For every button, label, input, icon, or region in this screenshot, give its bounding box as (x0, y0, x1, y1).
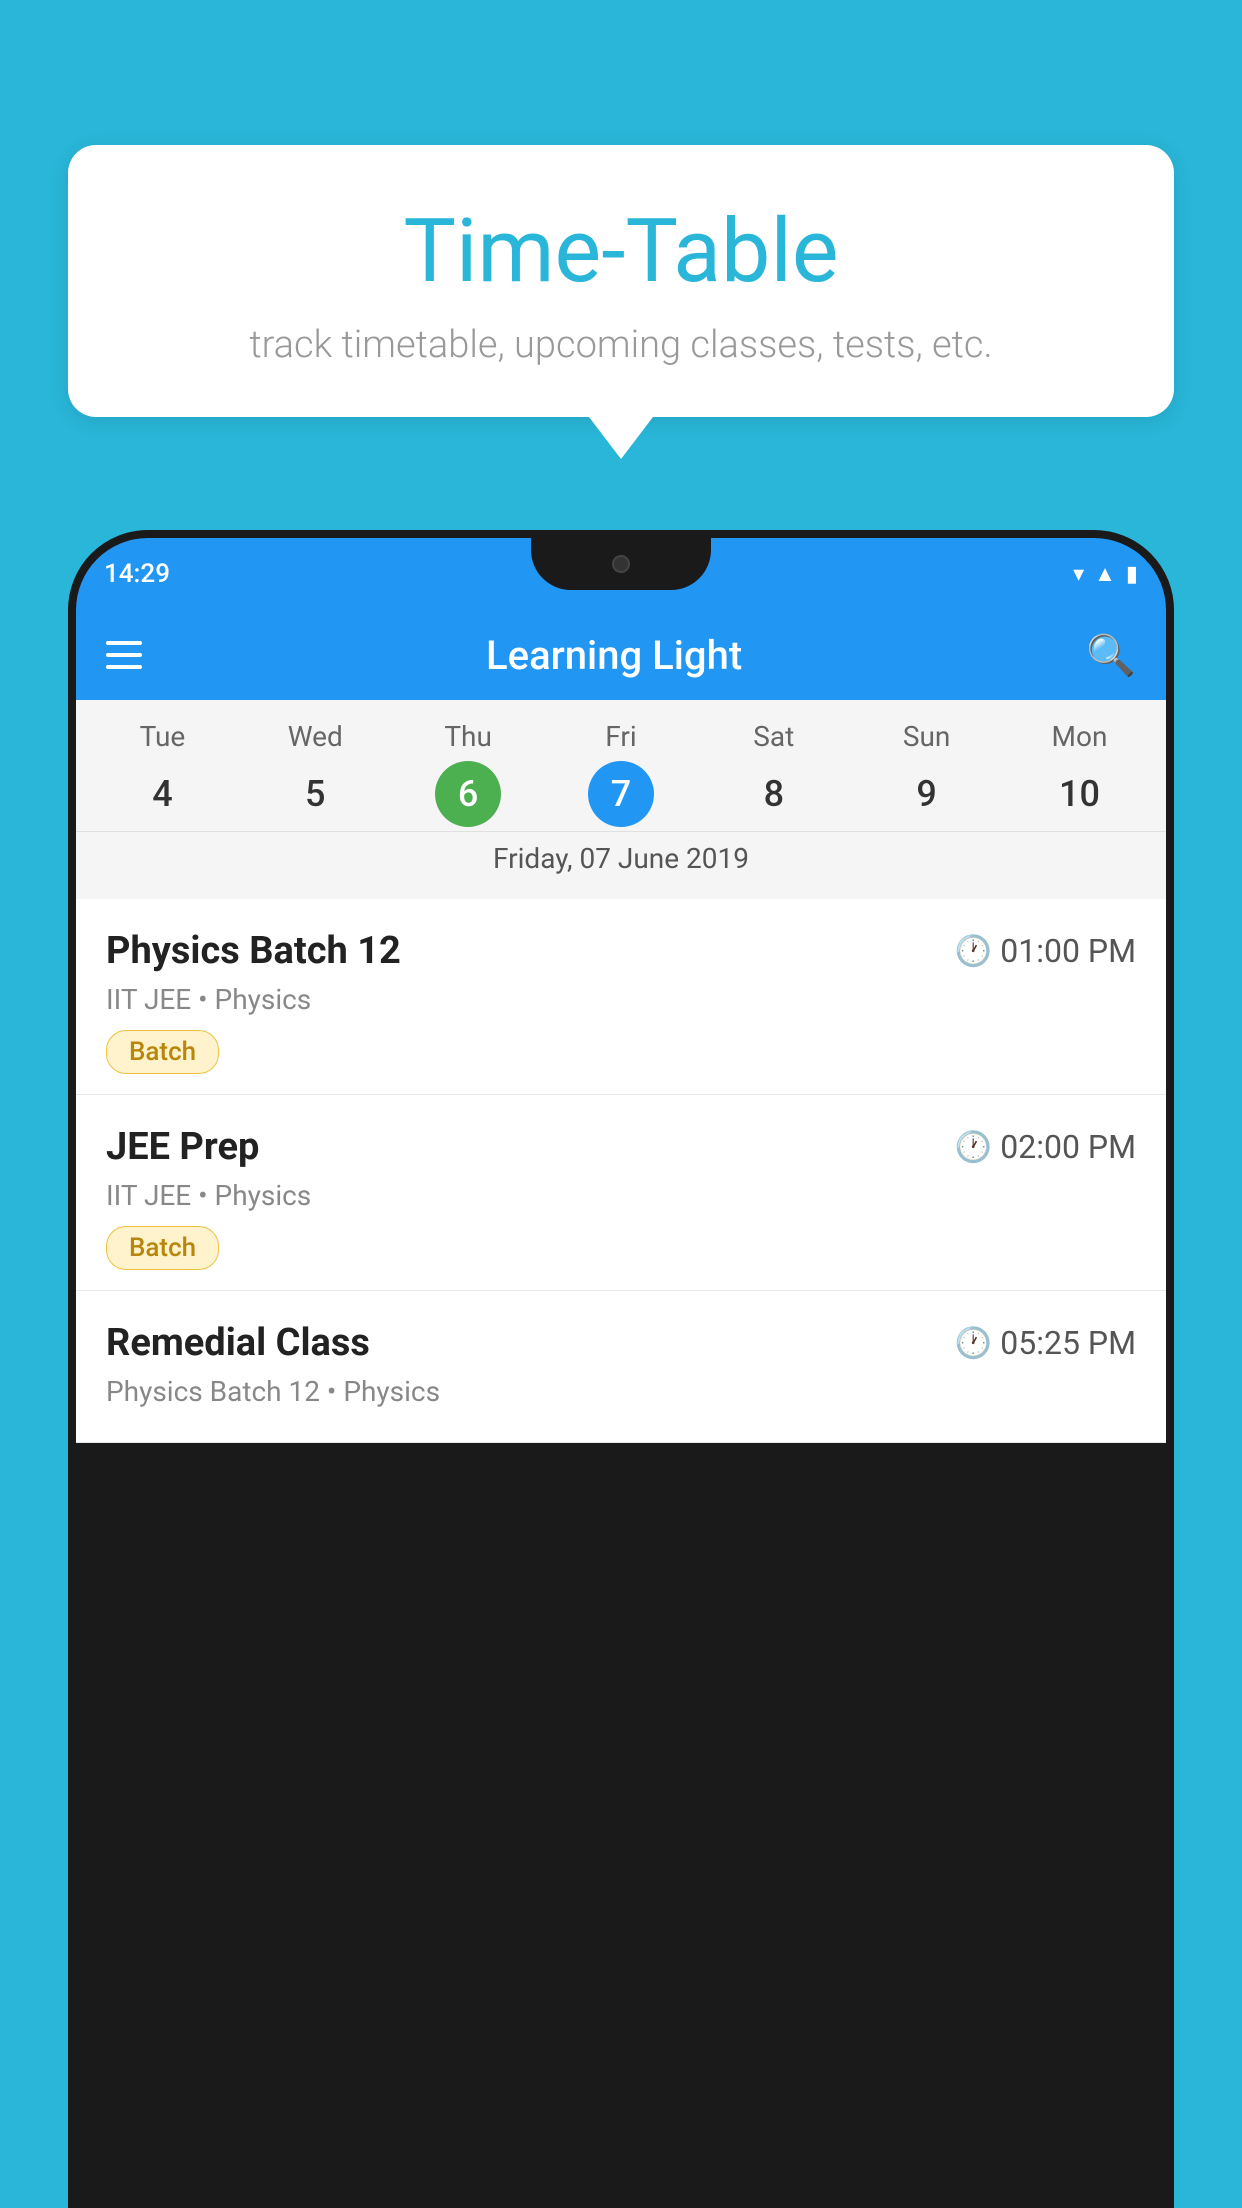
schedule-item-2-subtitle: IIT JEE • Physics (106, 1179, 1136, 1212)
schedule-item-3-time: 05:25 PM (1000, 1324, 1136, 1362)
schedule-item-2[interactable]: JEE Prep 🕐 02:00 PM IIT JEE • Physics Ba… (76, 1095, 1166, 1291)
schedule-list: Physics Batch 12 🕐 01:00 PM IIT JEE • Ph… (76, 899, 1166, 1443)
schedule-item-3-subtitle: Physics Batch 12 • Physics (106, 1375, 1136, 1408)
speech-bubble: Time-Table track timetable, upcoming cla… (68, 145, 1174, 417)
app-bar: Learning Light 🔍 (76, 610, 1166, 700)
day-name-wed: Wed (288, 720, 343, 753)
schedule-item-1-title: Physics Batch 12 (106, 929, 401, 973)
day-name-mon: Mon (1052, 720, 1108, 753)
speech-bubble-arrow (589, 417, 653, 459)
schedule-item-3-header: Remedial Class 🕐 05:25 PM (106, 1321, 1136, 1365)
schedule-item-1-time: 01:00 PM (1000, 932, 1136, 970)
day-num-mon: 10 (1046, 761, 1112, 827)
app-title: Learning Light (486, 632, 742, 679)
schedule-item-3-title: Remedial Class (106, 1321, 370, 1365)
clock-icon-3: 🕐 (955, 1326, 992, 1361)
day-name-thu: Thu (444, 720, 492, 753)
battery-icon: ▮ (1126, 562, 1138, 587)
status-time: 14:29 (104, 559, 170, 589)
day-num-wed: 5 (282, 761, 348, 827)
day-num-fri: 7 (588, 761, 654, 827)
schedule-item-2-time: 02:00 PM (1000, 1128, 1136, 1166)
day-name-sat: Sat (753, 720, 794, 753)
schedule-item-2-title: JEE Prep (106, 1125, 259, 1169)
selected-date: Friday, 07 June 2019 (76, 831, 1166, 889)
schedule-item-2-header: JEE Prep 🕐 02:00 PM (106, 1125, 1136, 1169)
day-col-sat[interactable]: Sat 8 (704, 720, 843, 827)
day-name-fri: Fri (605, 720, 636, 753)
day-col-sun[interactable]: Sun 9 (857, 720, 996, 827)
day-num-sun: 9 (894, 761, 960, 827)
day-col-wed[interactable]: Wed 5 (246, 720, 385, 827)
day-col-thu[interactable]: Thu 6 (399, 720, 538, 827)
schedule-item-1[interactable]: Physics Batch 12 🕐 01:00 PM IIT JEE • Ph… (76, 899, 1166, 1095)
day-num-thu: 6 (435, 761, 501, 827)
schedule-item-1-badge: Batch (106, 1030, 219, 1074)
camera (612, 555, 630, 573)
day-num-tue: 4 (129, 761, 195, 827)
day-col-fri[interactable]: Fri 7 (551, 720, 690, 827)
phone-notch (531, 538, 711, 590)
page-subtitle: track timetable, upcoming classes, tests… (128, 323, 1114, 367)
page-title: Time-Table (128, 200, 1114, 303)
day-name-sun: Sun (903, 720, 951, 753)
signal-icon: ▲ (1094, 561, 1116, 587)
day-col-mon[interactable]: Mon 10 (1010, 720, 1149, 827)
status-bar: 14:29 ▾ ▲ ▮ (76, 538, 1166, 610)
menu-button[interactable] (106, 641, 142, 669)
schedule-item-1-subtitle: IIT JEE • Physics (106, 983, 1136, 1016)
schedule-item-3-time-container: 🕐 05:25 PM (955, 1324, 1136, 1362)
speech-bubble-container: Time-Table track timetable, upcoming cla… (68, 145, 1174, 459)
schedule-item-1-time-container: 🕐 01:00 PM (955, 932, 1136, 970)
day-num-sat: 8 (741, 761, 807, 827)
schedule-item-1-header: Physics Batch 12 🕐 01:00 PM (106, 929, 1136, 973)
clock-icon-2: 🕐 (955, 1130, 992, 1165)
days-row: Tue 4 Wed 5 Thu 6 Fri 7 Sat 8 Sun 9 (76, 720, 1166, 827)
day-col-tue[interactable]: Tue 4 (93, 720, 232, 827)
schedule-item-2-time-container: 🕐 02:00 PM (955, 1128, 1136, 1166)
calendar-section: Tue 4 Wed 5 Thu 6 Fri 7 Sat 8 Sun 9 (76, 700, 1166, 899)
clock-icon-1: 🕐 (955, 934, 992, 969)
search-icon[interactable]: 🔍 (1086, 632, 1136, 679)
schedule-item-3[interactable]: Remedial Class 🕐 05:25 PM Physics Batch … (76, 1291, 1166, 1443)
schedule-item-2-badge: Batch (106, 1226, 219, 1270)
phone-frame: 14:29 ▾ ▲ ▮ Learning Light 🔍 Tue 4 (68, 530, 1174, 2208)
wifi-icon: ▾ (1073, 562, 1084, 587)
day-name-tue: Tue (140, 720, 186, 753)
status-icons: ▾ ▲ ▮ (1073, 561, 1138, 587)
